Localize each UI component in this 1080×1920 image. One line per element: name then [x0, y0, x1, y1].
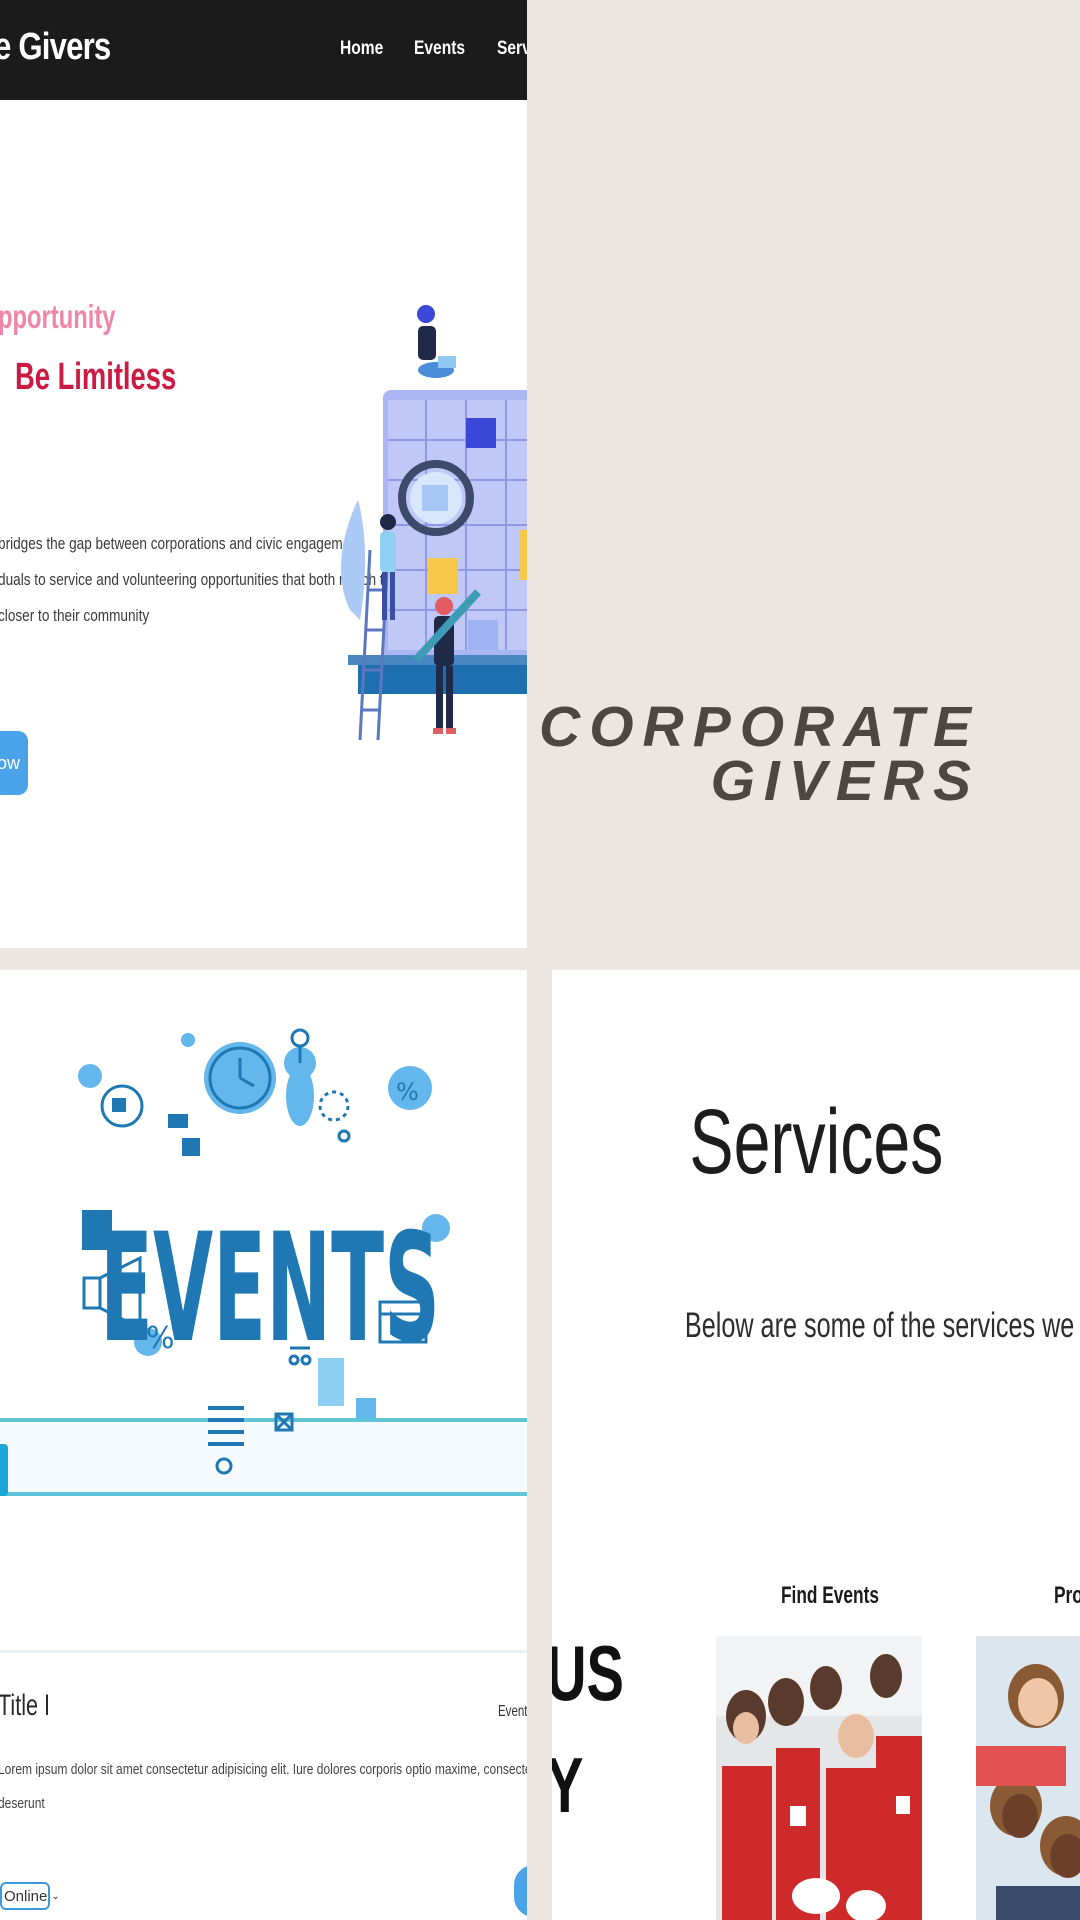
events-illustration: EVENTS % %	[78, 1028, 450, 1475]
event-card: Title I Event d Lorem ipsum dolor sit am…	[0, 1650, 527, 1920]
event-card-title: Title I	[0, 1689, 51, 1722]
event-card-body-line: deserunt	[0, 1795, 45, 1812]
service-label-find-events: Find Events	[781, 1582, 879, 1609]
nav-home[interactable]: Home	[340, 38, 383, 60]
services-title-text: Services	[688, 1091, 944, 1193]
events-screenshot: EVENTS % % Title I Event d Lorem ipsum d…	[0, 970, 527, 1920]
brand-line-2: GIVERS	[710, 749, 980, 813]
services-title: Services	[552, 1090, 1080, 1195]
events-band-bottom-border	[0, 1492, 527, 1496]
nav-events[interactable]: Events	[414, 38, 465, 60]
hero-description-line: bridges the gap between corporations and…	[0, 534, 366, 553]
brand-tile: CORPORATE GIVERS	[527, 0, 1080, 970]
service-label-profile: Prof	[1054, 1582, 1080, 1609]
services-side-heading-2: Y	[552, 1740, 583, 1831]
brand-line-1: CORPORATE	[539, 695, 980, 759]
event-card-button[interactable]	[514, 1865, 527, 1917]
hero-screenshot: e Givers Home Events Services Co pportun…	[0, 0, 527, 948]
corporate-givers-logo: CORPORATE GIVERS	[539, 695, 980, 813]
event-card-date-label: Event d	[498, 1703, 527, 1720]
group-photo[interactable]	[976, 1636, 1080, 1920]
services-subtitle: Below are some of the services we provid…	[552, 1306, 1080, 1346]
hero-tagline-limitless: Be Limitless	[15, 356, 177, 398]
services-screenshot: Services Below are some of the services …	[552, 970, 1080, 1920]
svg-text:%: %	[396, 1078, 419, 1106]
svg-text:%: %	[146, 1321, 175, 1356]
nav-services[interactable]: Services	[497, 38, 527, 60]
top-navbar: e Givers Home Events Services Co	[0, 0, 527, 100]
services-subtitle-text: Below are some of the services we provid…	[684, 1306, 1080, 1345]
site-brand[interactable]: e Givers	[0, 26, 111, 69]
event-type-select-value: Online	[4, 1887, 48, 1905]
hero-description-line: duals to service and volunteering opport…	[0, 570, 407, 589]
calendar-illustration	[340, 305, 527, 741]
event-type-select[interactable]: Online ⌄	[0, 1882, 60, 1910]
volunteers-photo[interactable]	[716, 1636, 922, 1920]
hero-cta-button[interactable]: Now	[0, 731, 28, 795]
services-side-heading-1: US	[552, 1629, 625, 1717]
events-band-button[interactable]	[0, 1444, 8, 1496]
nav-links: Home Events Services Co	[340, 38, 527, 60]
event-card-body: Lorem ipsum dolor sit amet consectetur a…	[0, 1753, 527, 1821]
hero-tagline-opportunity: pportunity	[0, 298, 116, 335]
event-card-body-line: Lorem ipsum dolor sit amet consectetur a…	[0, 1761, 527, 1778]
chevron-down-icon: ⌄	[51, 1890, 60, 1902]
hero-description-line: closer to their community	[0, 606, 150, 625]
